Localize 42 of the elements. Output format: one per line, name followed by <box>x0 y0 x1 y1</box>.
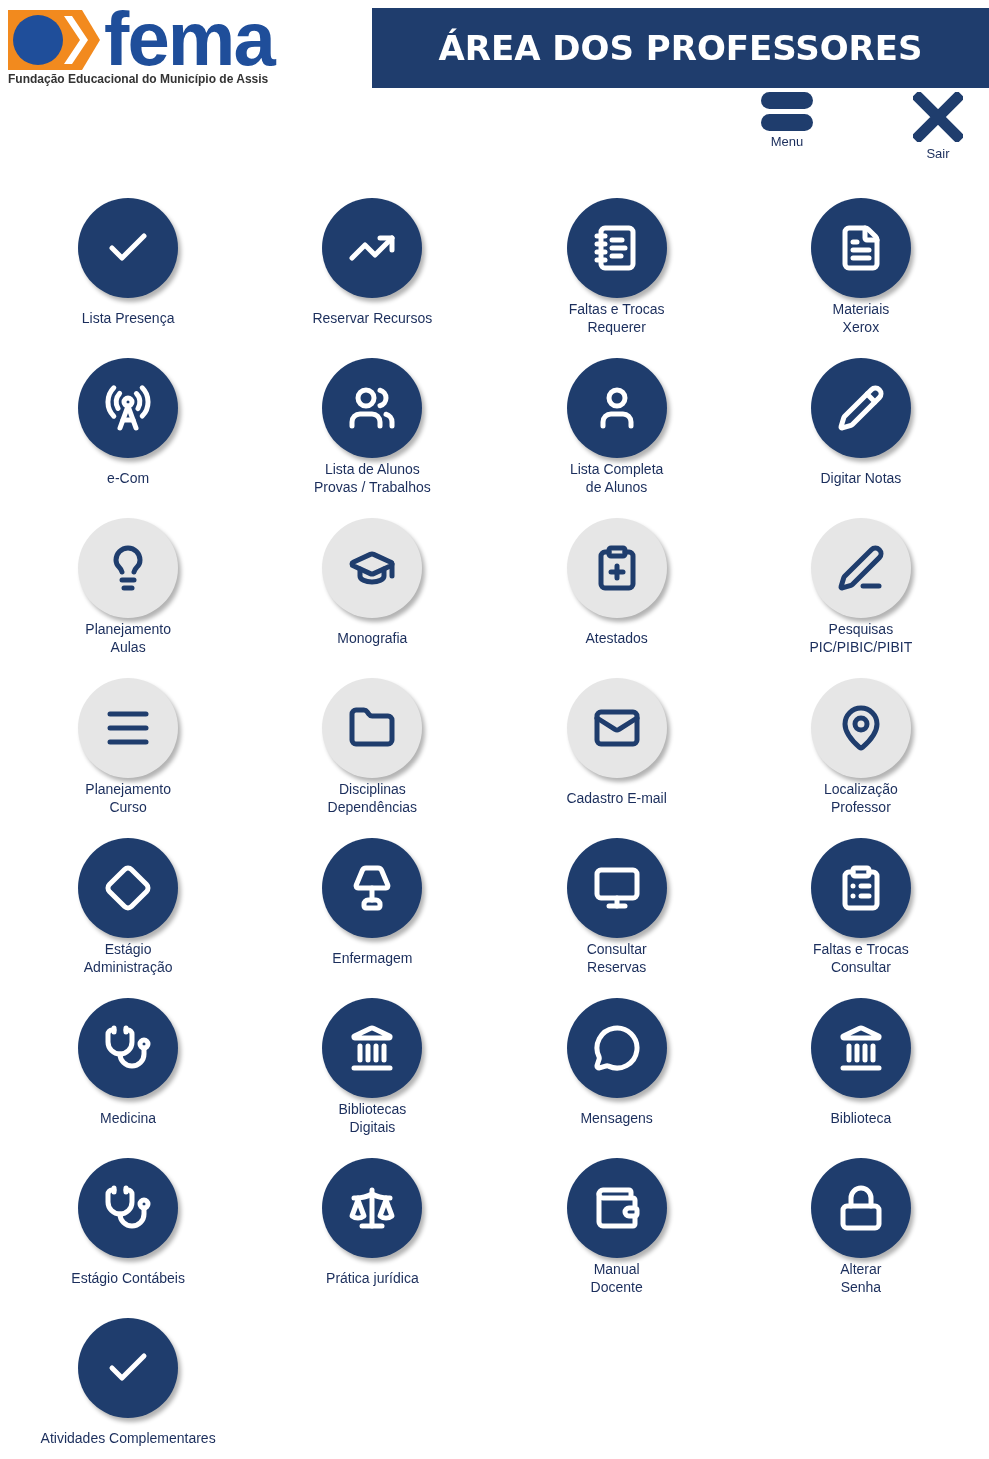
antenna-icon <box>104 384 153 432</box>
tile-label[interactable]: Estágio Contábeis <box>71 1269 185 1287</box>
tile-label[interactable]: Faltas e Trocas Requerer <box>568 300 665 336</box>
tile-label[interactable]: Faltas e Trocas Consultar <box>813 940 909 976</box>
tile-label[interactable]: Estágio Administração <box>83 940 173 976</box>
tile-label[interactable]: Enfermagem <box>332 949 413 967</box>
pencil-icon <box>836 384 885 432</box>
close-icon <box>913 92 963 142</box>
tile-label[interactable]: Mensagens <box>580 1109 653 1127</box>
tile-label[interactable]: Digitar Notas <box>820 469 902 487</box>
speech-bubble-icon <box>592 1024 641 1072</box>
diamond-icon <box>104 864 153 912</box>
tile-label[interactable]: Materiais Xerox <box>832 300 890 336</box>
tile-label[interactable]: Lista Presença <box>81 309 175 327</box>
menu-button[interactable]: Menu <box>761 92 813 151</box>
tile-label[interactable]: Cadastro E-mail <box>566 789 667 807</box>
menu-icon <box>761 92 813 132</box>
tile-label[interactable]: Pesquisas PIC/PIBIC/PIBIT <box>809 620 913 656</box>
tile-label[interactable]: e-Com <box>107 469 150 487</box>
tile-label[interactable]: Alterar Senha <box>840 1260 882 1296</box>
tile-label[interactable]: Planejamento Aulas <box>85 620 171 656</box>
tile-label[interactable]: Bibliotecas Digitais <box>338 1100 407 1136</box>
tile-label[interactable]: Disciplinas Dependências <box>327 780 418 816</box>
tile-label[interactable]: Monografia <box>337 629 408 647</box>
tile-label[interactable]: Medicina <box>100 1109 157 1127</box>
tile-label[interactable]: Lista de Alunos Provas / Trabalhos <box>314 460 431 496</box>
pen-icon <box>836 544 885 592</box>
tile-label[interactable]: Lista Completa de Alunos <box>569 460 664 496</box>
tile-label[interactable]: Reservar Recursos <box>312 309 433 327</box>
logo-subtitle: Fundação Educacional do Município de Assis <box>8 72 270 87</box>
tile-label[interactable]: Atividades Complementares <box>40 1429 216 1447</box>
page-title: ÁREA DOS PROFESSORES <box>438 26 923 70</box>
logo-icon <box>8 8 100 70</box>
tile-label[interactable]: Biblioteca <box>830 1109 892 1127</box>
tile-label[interactable]: Atestados <box>585 629 648 647</box>
tile-label[interactable]: Consultar Reservas <box>586 940 647 976</box>
exit-button[interactable]: Sair <box>913 92 963 163</box>
tile-label[interactable]: Manual Docente <box>590 1260 643 1296</box>
tile-label[interactable]: Planejamento Curso <box>85 780 171 816</box>
tile-label[interactable]: Prática jurídica <box>326 1269 419 1287</box>
logo-wordmark: fema <box>104 8 274 70</box>
tile-label[interactable]: Localização Professor <box>823 780 898 816</box>
